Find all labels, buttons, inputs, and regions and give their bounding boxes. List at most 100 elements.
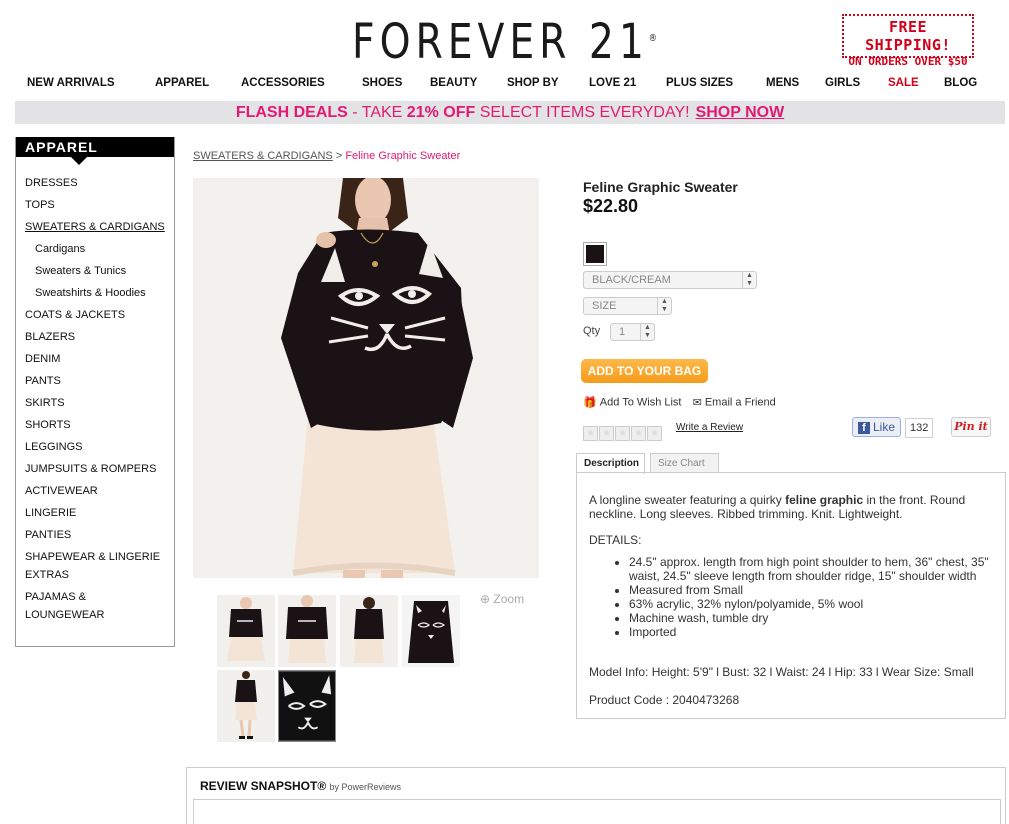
sidebar-item-shorts[interactable]: SHORTS xyxy=(16,419,174,432)
details-item: 63% acrylic, 32% nylon/polyamide, 5% woo… xyxy=(629,597,993,611)
site-logo[interactable]: FOREVER 21® xyxy=(91,14,918,70)
sidebar-item-sweaters-cardigans[interactable]: SWEATERS & CARDIGANS xyxy=(16,221,174,234)
tab-size-chart[interactable]: Size Chart xyxy=(650,453,719,473)
sidebar-item-coats-jackets[interactable]: COATS & JACKETS xyxy=(16,309,174,322)
review-by: by PowerReviews xyxy=(329,782,402,792)
facebook-icon: f xyxy=(858,422,870,434)
description-panel: A longline sweater featuring a quirky fe… xyxy=(576,472,1006,719)
color-swatch[interactable] xyxy=(583,242,607,266)
zoom-control[interactable]: ⊕ Zoom xyxy=(480,592,524,606)
product-thumbnail[interactable] xyxy=(278,670,336,742)
intro-bold: feline graphic xyxy=(785,493,864,507)
nav-sale[interactable]: SALE xyxy=(888,77,919,89)
breadcrumb-current: Feline Graphic Sweater xyxy=(345,150,461,162)
registered-mark: ® xyxy=(648,33,657,44)
nav-new-arrivals[interactable]: NEW ARRIVALS xyxy=(27,77,115,89)
color-select-value: BLACK/CREAM xyxy=(592,274,671,286)
sidebar-item-denim[interactable]: DENIM xyxy=(16,353,174,366)
flash-discount: 21% OFF xyxy=(406,104,476,121)
sidebar-item-sweaters-tunics[interactable]: Sweaters & Tunics xyxy=(16,265,174,278)
product-thumbnail[interactable] xyxy=(402,595,460,667)
nav-plus-sizes[interactable]: PLUS SIZES xyxy=(666,77,733,89)
flash-middle: - TAKE xyxy=(347,104,407,121)
star-icon: ★ xyxy=(647,426,662,441)
sidebar-item-jumpsuits-rompers[interactable]: JUMPSUITS & ROMPERS xyxy=(16,463,174,476)
star-icon: ★ xyxy=(615,426,630,441)
product-thumbnail[interactable] xyxy=(340,595,398,667)
add-to-wishlist-link[interactable]: Add To Wish List xyxy=(600,397,682,409)
sidebar-item-sweatshirts-hoodies[interactable]: Sweatshirts & Hoodies xyxy=(16,287,174,300)
size-select[interactable]: SIZE ▲ ▼ xyxy=(583,297,672,315)
star-icon: ★ xyxy=(599,426,614,441)
write-review-link[interactable]: Write a Review xyxy=(676,422,743,433)
qty-label: Qty xyxy=(583,325,601,337)
thumb-front xyxy=(217,595,275,667)
promo-line-2: ON ORDERS OVER $50 xyxy=(848,55,968,68)
breadcrumb-separator: > xyxy=(335,150,343,162)
sidebar-item-panties[interactable]: PANTIES xyxy=(16,529,174,542)
sidebar-item-shapewear[interactable]: SHAPEWEAR & LINGERIE xyxy=(16,551,174,564)
nav-blog[interactable]: BLOG xyxy=(944,77,977,89)
envelope-icon: ✉ xyxy=(692,397,702,409)
sidebar-item-skirts[interactable]: SKIRTS xyxy=(16,397,174,410)
email-friend-link[interactable]: Email a Friend xyxy=(705,397,776,409)
select-arrows-icon: ▲ ▼ xyxy=(742,272,756,288)
sidebar-item-blazers[interactable]: BLAZERS xyxy=(16,331,174,344)
nav-girls[interactable]: GIRLS xyxy=(825,77,860,89)
details-item: 24.5" approx. length from high point sho… xyxy=(629,555,993,583)
details-item: Machine wash, tumble dry xyxy=(629,611,993,625)
review-snapshot-body xyxy=(193,799,1001,824)
model-info: Model Info: Height: 5'9" l Bust: 32 l Wa… xyxy=(589,665,974,679)
breadcrumb: SWEATERS & CARDIGANS > Feline Graphic Sw… xyxy=(193,150,460,162)
main-product-image[interactable] xyxy=(193,178,539,578)
sidebar-item-pants[interactable]: PANTS xyxy=(16,375,174,388)
nav-love-21[interactable]: LOVE 21 xyxy=(589,77,636,89)
sidebar-item-dresses[interactable]: DRESSES xyxy=(16,177,174,190)
star-icon: ★ xyxy=(631,426,646,441)
select-arrows-icon: ▲ ▼ xyxy=(657,298,671,314)
qty-select[interactable]: 1 ▲ ▼ xyxy=(610,323,655,341)
nav-apparel[interactable]: APPAREL xyxy=(155,77,209,89)
sidebar-item-lingerie[interactable]: LINGERIE xyxy=(16,507,174,520)
thumb-flat xyxy=(402,595,460,667)
sidebar-item-loungewear[interactable]: LOUNGEWEAR xyxy=(16,609,174,622)
product-code: Product Code : 2040473268 xyxy=(589,693,740,707)
promo-line-1: FREE SHIPPING! xyxy=(865,18,951,54)
details-item: Measured from Small xyxy=(629,583,993,597)
sidebar-item-extras[interactable]: EXTRAS xyxy=(16,569,174,582)
zoom-label: Zoom xyxy=(493,592,525,606)
model-illustration xyxy=(193,178,539,578)
star-icon: ★ xyxy=(583,426,598,441)
tab-description[interactable]: Description xyxy=(576,453,645,474)
add-to-bag-button[interactable]: ADD TO YOUR BAG xyxy=(581,359,708,383)
like-label: Like xyxy=(873,420,896,434)
product-name: Feline Graphic Sweater xyxy=(583,179,738,195)
nav-beauty[interactable]: BEAUTY xyxy=(430,77,477,89)
facebook-like-button[interactable]: f Like xyxy=(852,417,902,437)
pin-it-button[interactable]: Pin it xyxy=(951,417,991,437)
shop-now-link[interactable]: SHOP NOW xyxy=(696,104,785,121)
sidebar-item-activewear[interactable]: ACTIVEWEAR xyxy=(16,485,174,498)
nav-accessories[interactable]: ACCESSORIES xyxy=(241,77,325,89)
sidebar-item-pajamas[interactable]: PAJAMAS & xyxy=(16,591,174,604)
nav-mens[interactable]: MENS xyxy=(766,77,799,89)
sidebar-item-cardigans[interactable]: Cardigans xyxy=(16,243,174,256)
like-count: 132 xyxy=(905,418,934,438)
color-select[interactable]: BLACK/CREAM ▲ ▼ xyxy=(583,271,757,289)
review-snapshot-title: REVIEW SNAPSHOT® by PowerReviews xyxy=(200,779,401,793)
details-list: 24.5" approx. length from high point sho… xyxy=(629,555,993,639)
nav-shoes[interactable]: SHOES xyxy=(362,77,402,89)
swatch-fill xyxy=(586,245,604,263)
free-shipping-promo[interactable]: FREE SHIPPING! ON ORDERS OVER $50 xyxy=(842,14,974,68)
product-price: $22.80 xyxy=(583,196,639,216)
breadcrumb-parent[interactable]: SWEATERS & CARDIGANS xyxy=(193,150,333,162)
nav-shop-by[interactable]: SHOP BY xyxy=(507,77,559,89)
flash-deals-banner[interactable]: FLASH DEALS - TAKE 21% OFF SELECT ITEMS … xyxy=(15,101,1005,124)
product-actions: 🎁 Add To Wish List ✉ Email a Friend xyxy=(583,396,776,410)
logo-text: FOREVER 21 xyxy=(352,14,649,70)
product-thumbnail[interactable] xyxy=(217,670,275,742)
sidebar-item-leggings[interactable]: LEGGINGS xyxy=(16,441,174,454)
product-thumbnail[interactable] xyxy=(278,595,336,667)
product-thumbnail[interactable] xyxy=(217,595,275,667)
sidebar-item-tops[interactable]: TOPS xyxy=(16,199,174,212)
